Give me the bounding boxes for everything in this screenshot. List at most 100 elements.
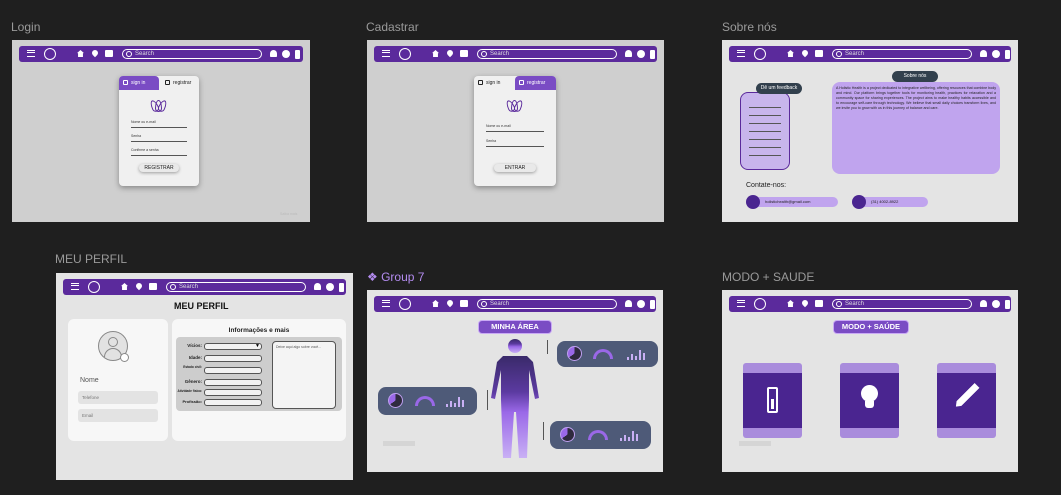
lotus-logo-icon[interactable] xyxy=(44,48,56,60)
frame-modo[interactable]: Search MODO + SAÚDE xyxy=(722,290,1018,472)
search-input[interactable]: Search xyxy=(832,49,972,59)
stat-card[interactable] xyxy=(378,387,477,415)
frame-label-login[interactable]: Login xyxy=(11,20,40,34)
phone-icon[interactable] xyxy=(1005,49,1010,59)
gear-icon[interactable] xyxy=(282,50,290,58)
search-input[interactable]: Search xyxy=(477,299,617,309)
edit-avatar-icon[interactable] xyxy=(120,353,129,362)
notes-textarea[interactable]: Deixe aqui algo sobre você... xyxy=(272,341,336,409)
genero-input[interactable] xyxy=(204,379,262,386)
chart-icon[interactable] xyxy=(105,50,113,57)
frame-login[interactable]: Search sign in registrar Nome ou e-mail … xyxy=(12,40,310,222)
enter-button[interactable]: ENTRAR xyxy=(494,164,536,172)
phone-icon[interactable] xyxy=(650,299,655,309)
menu-icon[interactable] xyxy=(382,50,390,57)
tab-signin[interactable]: sign in xyxy=(119,76,159,90)
gear-icon[interactable] xyxy=(637,50,645,58)
stat-card[interactable] xyxy=(550,421,651,449)
gear-icon[interactable] xyxy=(326,283,334,291)
phone-icon[interactable] xyxy=(650,49,655,59)
bell-icon[interactable] xyxy=(625,50,632,57)
body-figure-icon[interactable] xyxy=(485,338,545,462)
frame-group7[interactable]: Search MINHA ÁREA xyxy=(367,290,663,472)
atividade-input[interactable] xyxy=(204,389,262,396)
frame-label-perfil[interactable]: MEU PERFIL xyxy=(55,252,127,266)
battery-tile[interactable] xyxy=(743,363,802,438)
frame-perfil[interactable]: Search MEU PERFIL Nome Telefone Email In… xyxy=(56,273,353,480)
chart-icon[interactable] xyxy=(815,50,823,57)
location-icon[interactable] xyxy=(134,281,144,291)
location-icon[interactable] xyxy=(800,48,810,58)
lotus-logo-icon[interactable] xyxy=(399,48,411,60)
chart-icon[interactable] xyxy=(460,50,468,57)
search-input[interactable]: Search xyxy=(477,49,617,59)
feedback-box[interactable] xyxy=(740,92,790,170)
location-icon[interactable] xyxy=(445,298,455,308)
phone-icon[interactable] xyxy=(295,49,300,59)
estado-civil-input[interactable] xyxy=(204,367,262,374)
menu-icon[interactable] xyxy=(27,50,35,57)
frame-label-cadastrar[interactable]: Cadastrar xyxy=(366,20,419,34)
location-icon[interactable] xyxy=(90,48,100,58)
bell-icon[interactable] xyxy=(980,50,987,57)
frame-sobre[interactable]: Search Dê um feedback A Holistic Health … xyxy=(722,40,1018,222)
menu-icon[interactable] xyxy=(71,283,79,290)
location-icon[interactable] xyxy=(445,48,455,58)
email-field[interactable]: Nome ou e-mail xyxy=(131,120,187,128)
password-field[interactable]: Senha xyxy=(486,139,544,147)
register-button[interactable]: REGISTRAR xyxy=(139,164,179,172)
home-icon[interactable] xyxy=(787,300,794,307)
bell-icon[interactable] xyxy=(314,283,321,290)
tab-signin[interactable]: sign in xyxy=(474,76,514,90)
confirm-password-field[interactable]: Confirme a senha xyxy=(131,148,187,156)
bell-icon[interactable] xyxy=(270,50,277,57)
frame-cadastrar[interactable]: Search sign in registrar Nome ou e-mail … xyxy=(367,40,664,222)
email-field[interactable]: Nome ou e-mail xyxy=(486,124,544,132)
home-icon[interactable] xyxy=(432,300,439,307)
edit-tile[interactable] xyxy=(937,363,996,438)
phone-icon[interactable] xyxy=(1005,299,1010,309)
search-input[interactable]: Search xyxy=(166,282,306,292)
phone-icon[interactable] xyxy=(339,282,344,292)
frame-label-modo[interactable]: MODO + SAUDE xyxy=(722,270,814,284)
lotus-logo-icon[interactable] xyxy=(399,298,411,310)
lotus-logo-icon[interactable] xyxy=(754,48,766,60)
vicios-select[interactable]: ▼ xyxy=(204,343,262,350)
home-icon[interactable] xyxy=(77,50,84,57)
email-contact[interactable]: holistichealth@gmail.com xyxy=(746,195,838,209)
tab-register[interactable]: registrar xyxy=(161,76,199,90)
home-icon[interactable] xyxy=(121,283,128,290)
menu-icon[interactable] xyxy=(737,50,745,57)
footer-link[interactable]: Saiba mais xyxy=(280,212,297,216)
home-icon[interactable] xyxy=(787,50,794,57)
menu-icon[interactable] xyxy=(382,300,390,307)
chart-icon[interactable] xyxy=(149,283,157,290)
idea-tile[interactable] xyxy=(840,363,899,438)
profissao-input[interactable] xyxy=(204,399,262,406)
lotus-logo-icon[interactable] xyxy=(88,281,100,293)
bell-icon[interactable] xyxy=(625,300,632,307)
bell-icon[interactable] xyxy=(980,300,987,307)
menu-icon[interactable] xyxy=(737,300,745,307)
idade-input[interactable] xyxy=(204,355,262,362)
location-icon[interactable] xyxy=(800,298,810,308)
divider xyxy=(739,441,771,446)
chart-icon[interactable] xyxy=(460,300,468,307)
email-input[interactable]: Email xyxy=(78,409,158,422)
tab-register[interactable]: registrar xyxy=(515,76,556,90)
search-input[interactable]: Search xyxy=(832,299,972,309)
gear-icon[interactable] xyxy=(992,50,1000,58)
lotus-logo-icon[interactable] xyxy=(754,298,766,310)
gear-icon[interactable] xyxy=(992,300,1000,308)
feedback-title: Dê um feedback xyxy=(756,83,802,94)
frame-label-group7[interactable]: ❖ Group 7 xyxy=(367,270,424,284)
stat-card[interactable] xyxy=(557,341,658,367)
password-field[interactable]: Senha xyxy=(131,134,187,142)
chart-icon[interactable] xyxy=(815,300,823,307)
home-icon[interactable] xyxy=(432,50,439,57)
frame-label-sobre[interactable]: Sobre nós xyxy=(722,20,777,34)
search-input[interactable]: Search xyxy=(122,49,262,59)
phone-input[interactable]: Telefone xyxy=(78,391,158,404)
gear-icon[interactable] xyxy=(637,300,645,308)
phone-contact[interactable]: (31) 4002-8922 xyxy=(852,195,928,209)
